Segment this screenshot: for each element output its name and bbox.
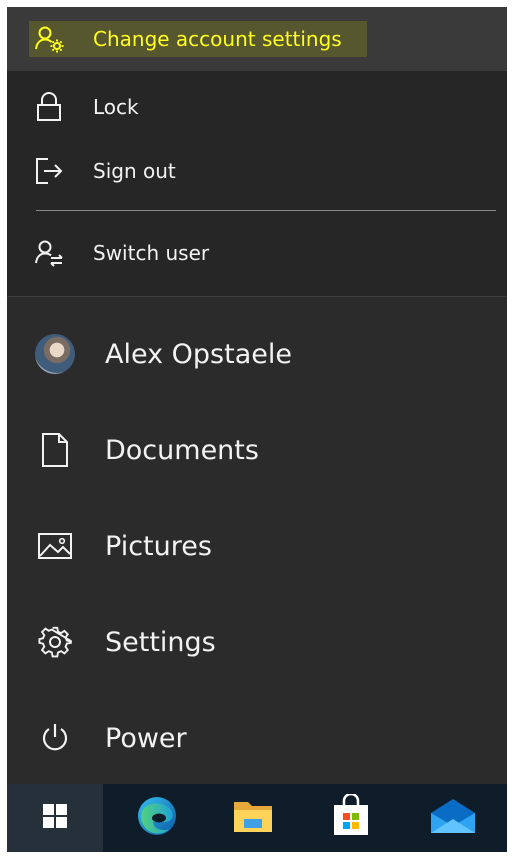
- lock-icon: [33, 91, 65, 123]
- menu-divider: [36, 210, 496, 211]
- user-name-label: Alex Opstaele: [105, 338, 292, 370]
- account-settings-icon: [33, 23, 65, 55]
- edge-icon: [135, 794, 179, 842]
- start-menu: Change account settings Lock Sign out Sw…: [7, 7, 507, 852]
- lock-label: Lock: [93, 95, 139, 119]
- settings-label: Settings: [105, 626, 216, 658]
- rail-item-power[interactable]: Power: [7, 698, 507, 778]
- rail-item-settings[interactable]: Settings: [7, 602, 507, 682]
- rail-item-pictures[interactable]: Pictures: [7, 506, 507, 586]
- lock-item[interactable]: Lock: [7, 75, 507, 139]
- switch-user-icon: [33, 237, 65, 269]
- rail-item-user-account[interactable]: Alex Opstaele: [7, 314, 507, 394]
- taskbar: [7, 784, 507, 852]
- pictures-label: Pictures: [105, 530, 212, 562]
- user-avatar-image: [35, 334, 75, 374]
- sign-out-label: Sign out: [93, 159, 176, 183]
- document-icon: [35, 430, 75, 470]
- documents-label: Documents: [105, 434, 259, 466]
- power-label: Power: [105, 722, 187, 754]
- file-explorer-icon: [231, 796, 275, 840]
- change-account-settings-item[interactable]: Change account settings: [7, 7, 507, 71]
- mail-taskbar-button[interactable]: [405, 784, 501, 852]
- gear-icon: [35, 622, 75, 662]
- rail-item-documents[interactable]: Documents: [7, 410, 507, 490]
- sign-out-item[interactable]: Sign out: [7, 139, 507, 203]
- pictures-icon: [35, 526, 75, 566]
- mail-icon: [428, 796, 478, 840]
- microsoft-store-taskbar-button[interactable]: [303, 784, 399, 852]
- account-flyout: Change account settings Lock Sign out Sw…: [7, 7, 507, 297]
- start-button[interactable]: [7, 784, 103, 852]
- change-account-settings-label: Change account settings: [93, 27, 342, 51]
- sign-out-icon: [33, 155, 65, 187]
- edge-taskbar-button[interactable]: [109, 784, 205, 852]
- switch-user-label: Switch user: [93, 241, 210, 265]
- switch-user-item[interactable]: Switch user: [7, 221, 507, 285]
- microsoft-store-icon: [331, 792, 371, 842]
- avatar: [35, 334, 75, 374]
- file-explorer-taskbar-button[interactable]: [205, 784, 301, 852]
- start-icon: [42, 803, 68, 833]
- power-icon: [35, 718, 75, 758]
